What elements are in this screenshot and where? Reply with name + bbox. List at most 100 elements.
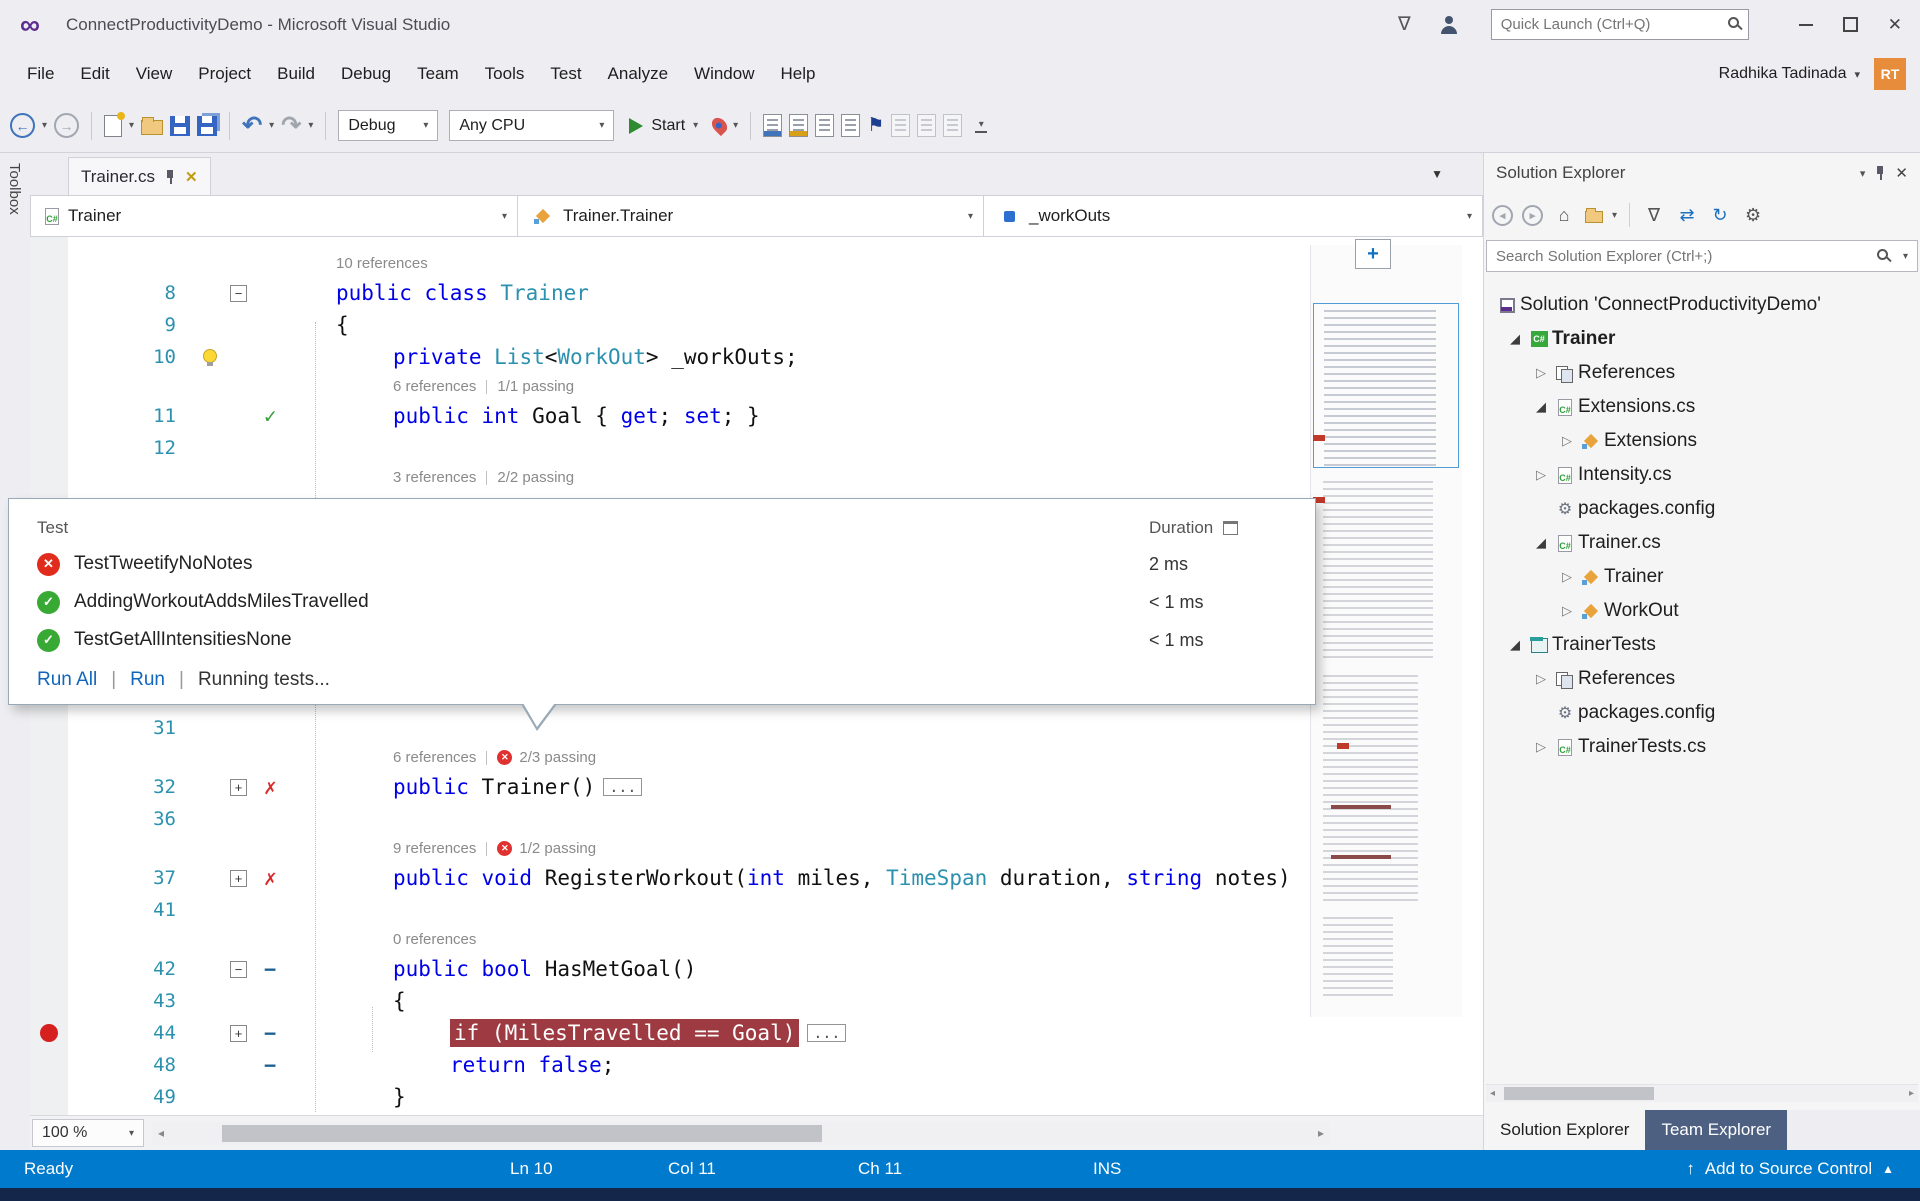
tree-item-solution[interactable]: Solution 'ConnectProductivityDemo' xyxy=(1484,288,1920,322)
navigate-back-button[interactable]: ← xyxy=(10,113,35,138)
duration-column-header[interactable]: Duration xyxy=(1149,518,1213,538)
source-control-expander-icon[interactable]: ▲ xyxy=(1882,1162,1894,1176)
breakpoint-gutter[interactable] xyxy=(30,803,68,835)
se-home-button[interactable]: ⌂ xyxy=(1552,205,1576,226)
code-text[interactable]: public int Goal { get; set; } xyxy=(298,404,1320,428)
zoom-select[interactable]: 100 % ▾ xyxy=(32,1119,144,1147)
breakpoint-icon[interactable] xyxy=(40,1024,58,1042)
project-dropdown[interactable]: C# Trainer ▾ xyxy=(31,196,518,236)
tree-item-trainer-project[interactable]: ◢ C# Trainer xyxy=(1484,322,1920,356)
se-back-button[interactable]: ◂ xyxy=(1492,205,1513,226)
code-text[interactable]: public void RegisterWorkout(int miles, T… xyxy=(298,866,1320,890)
codelens-references-link[interactable]: 6 references xyxy=(393,378,476,395)
se-sync-active-document-button[interactable]: ⇄ xyxy=(1675,205,1699,226)
breakpoint-gutter[interactable] xyxy=(30,894,68,926)
fold-collapsed-icon[interactable]: + xyxy=(230,1025,247,1042)
code-text[interactable]: public class Trainer xyxy=(298,281,1320,305)
codelens-references-link[interactable]: 6 references xyxy=(393,749,476,766)
breakpoint-gutter[interactable] xyxy=(30,1081,68,1113)
tree-item-references-2[interactable]: ▷ References xyxy=(1484,662,1920,696)
code-text[interactable]: { xyxy=(298,313,1320,337)
chevron-collapsed-icon[interactable]: ▷ xyxy=(1532,739,1550,755)
panel-pin-icon[interactable] xyxy=(1875,165,1885,181)
navigate-to-button[interactable] xyxy=(789,114,808,137)
test-failing-icon[interactable]: ✗ xyxy=(264,775,277,799)
test-notrun-icon[interactable]: − xyxy=(264,1053,276,1077)
redo-caret-icon[interactable]: ▾ xyxy=(308,120,313,131)
document-well-dropdown-icon[interactable]: ▼ xyxy=(1431,167,1443,181)
se-horizontal-scrollbar[interactable]: ◂ ▸ xyxy=(1486,1084,1918,1102)
scroll-right-icon[interactable]: ▸ xyxy=(1909,1088,1914,1099)
code-text[interactable]: private List<WorkOut> _workOuts; xyxy=(298,345,1320,369)
code-text[interactable]: public Trainer()... xyxy=(298,775,1320,799)
codelens-tests-link[interactable]: 2/2 passing xyxy=(497,469,574,486)
toolbar-overflow-button[interactable]: ▾ xyxy=(975,119,987,133)
se-forward-button[interactable]: ▸ xyxy=(1522,205,1543,226)
quick-launch-input[interactable] xyxy=(1491,9,1749,40)
code-text[interactable]: public bool HasMetGoal() xyxy=(298,957,1320,981)
pin-icon[interactable] xyxy=(165,169,175,185)
code-text[interactable]: if (MilesTravelled == Goal)... xyxy=(298,1019,1320,1047)
chevron-collapsed-icon[interactable]: ▷ xyxy=(1532,365,1550,381)
breakpoint-gutter[interactable] xyxy=(30,985,68,1017)
redo-button[interactable]: ↷ xyxy=(281,114,301,138)
breakpoint-gutter[interactable] xyxy=(30,712,68,744)
undo-caret-icon[interactable]: ▾ xyxy=(269,120,274,131)
start-debugging-button[interactable]: Start ▾ xyxy=(621,117,706,135)
codelens-references-link[interactable]: 0 references xyxy=(393,931,476,948)
run-all-link[interactable]: Run All xyxy=(37,669,97,691)
next-bookmark-button[interactable] xyxy=(943,114,962,137)
previous-bookmark-button[interactable] xyxy=(917,114,936,137)
member-dropdown[interactable]: _workOuts ▾ xyxy=(984,196,1482,236)
minimap-scrollbar[interactable]: + xyxy=(1310,245,1462,1017)
minimap-expand-button[interactable]: + xyxy=(1355,239,1391,269)
document-tab-trainer-cs[interactable]: Trainer.cs ✕ xyxy=(68,157,211,195)
chevron-collapsed-icon[interactable]: ▷ xyxy=(1558,569,1576,585)
breakpoint-gutter[interactable] xyxy=(30,771,68,803)
quick-launch-box[interactable] xyxy=(1491,9,1749,40)
dock-popup-icon[interactable] xyxy=(1223,521,1238,535)
breakpoint-gutter[interactable] xyxy=(30,1049,68,1081)
test-result-row[interactable]: ✓ AddingWorkoutAddsMilesTravelled < 1 ms xyxy=(37,583,1289,621)
tree-item-workout-class[interactable]: ▷ WorkOut xyxy=(1484,594,1920,628)
codelens-tests-link[interactable]: 2/3 passing xyxy=(519,749,596,766)
user-menu-caret-icon[interactable]: ▾ xyxy=(1854,68,1860,81)
navigate-forward-button[interactable]: → xyxy=(54,113,79,138)
chevron-expanded-icon[interactable]: ◢ xyxy=(1506,331,1524,347)
profiler-caret-icon[interactable]: ▾ xyxy=(733,120,738,131)
debug-configuration-select[interactable]: Debug ▾ xyxy=(338,110,438,141)
se-refresh-button[interactable]: ↻ xyxy=(1708,205,1732,226)
menu-item-file[interactable]: File xyxy=(14,58,67,90)
navigate-back-caret-icon[interactable]: ▾ xyxy=(42,120,47,131)
breakpoint-gutter[interactable] xyxy=(30,341,68,373)
scrollbar-thumb[interactable] xyxy=(1504,1087,1654,1100)
tree-item-packages-config-2[interactable]: ⚙ packages.config xyxy=(1484,696,1920,730)
chevron-collapsed-icon[interactable]: ▷ xyxy=(1532,467,1550,483)
tab-team-explorer[interactable]: Team Explorer xyxy=(1645,1110,1787,1150)
uncomment-button[interactable] xyxy=(841,114,860,137)
chevron-expanded-icon[interactable]: ◢ xyxy=(1506,637,1524,653)
breakpoint-gutter[interactable] xyxy=(30,862,68,894)
scroll-left-icon[interactable]: ◂ xyxy=(1490,1088,1495,1099)
run-link[interactable]: Run xyxy=(130,669,165,691)
menu-item-debug[interactable]: Debug xyxy=(328,58,404,90)
comment-out-button[interactable] xyxy=(815,114,834,137)
menu-item-project[interactable]: Project xyxy=(185,58,264,90)
code-text[interactable]: { xyxy=(298,989,1320,1013)
tree-item-trainer-class[interactable]: ▷ Trainer xyxy=(1484,560,1920,594)
toolbox-tab[interactable]: Toolbox xyxy=(6,163,23,215)
codelens-references-link[interactable]: 10 references xyxy=(336,255,428,272)
tree-item-trainertests-project[interactable]: ◢ TrainerTests xyxy=(1484,628,1920,662)
menu-item-view[interactable]: View xyxy=(123,58,186,90)
chevron-expanded-icon[interactable]: ◢ xyxy=(1532,399,1550,415)
tree-item-trainertests-cs[interactable]: ▷ C# TrainerTests.cs xyxy=(1484,730,1920,764)
breakpoint-gutter[interactable] xyxy=(30,953,68,985)
notifications-funnel-icon[interactable]: ∇ xyxy=(1398,13,1411,36)
breakpoint-gutter[interactable] xyxy=(30,309,68,341)
menu-item-edit[interactable]: Edit xyxy=(67,58,122,90)
codelens-tests-link[interactable]: 1/1 passing xyxy=(497,378,574,395)
test-passing-icon[interactable]: ✓ xyxy=(264,404,277,428)
codelens-tests-link[interactable]: 1/2 passing xyxy=(519,840,596,857)
close-button[interactable]: ✕ xyxy=(1888,16,1902,33)
menu-item-test[interactable]: Test xyxy=(537,58,594,90)
